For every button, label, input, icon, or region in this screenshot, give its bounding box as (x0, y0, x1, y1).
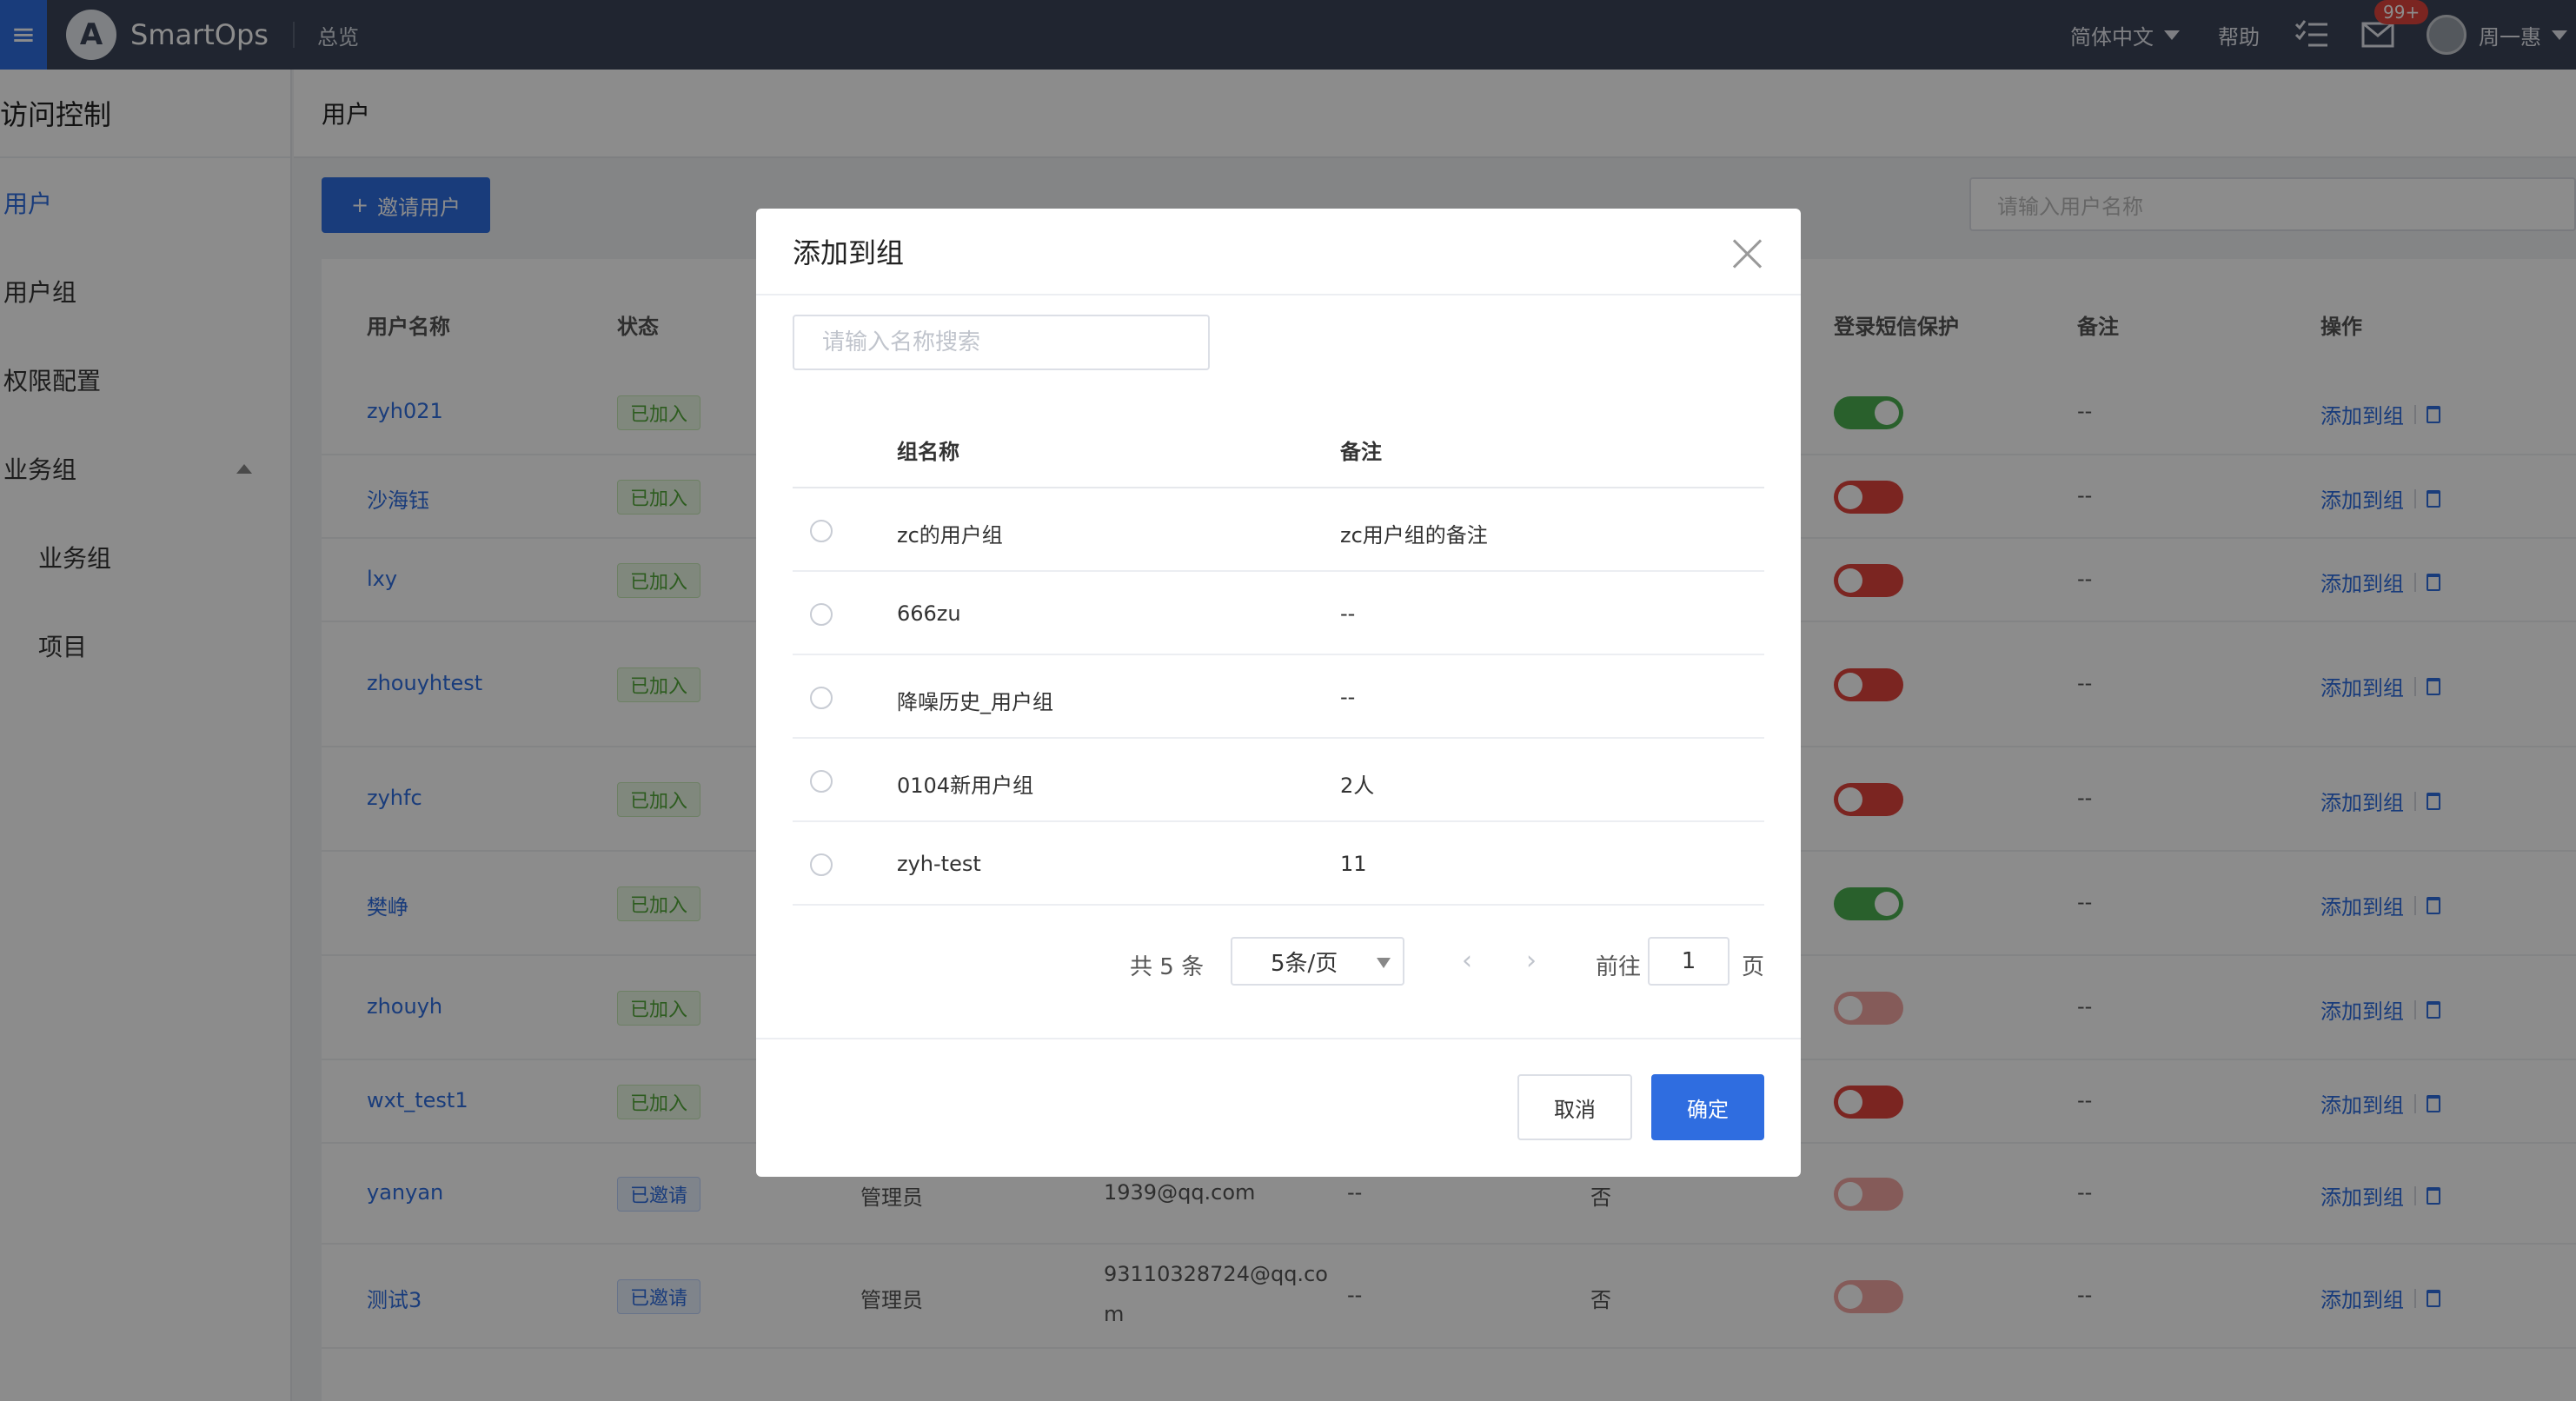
group-table: 组名称 备注 zc的用户组 zc用户组的备注 666zu -- 降噪历史_用户组… (793, 402, 1764, 906)
group-search-field[interactable] (793, 315, 1210, 370)
group-note: -- (1340, 601, 1356, 626)
group-radio[interactable] (810, 687, 833, 709)
group-search-input[interactable] (822, 329, 1187, 355)
group-name: 降噪历史_用户组 (897, 690, 1053, 714)
group-note: 11 (1340, 852, 1367, 876)
group-radio[interactable] (810, 520, 833, 542)
page-size-value: 5条/页 (1271, 950, 1338, 977)
cancel-button[interactable]: 取消 (1517, 1074, 1632, 1140)
table-row[interactable]: zc的用户组 zc用户组的备注 (793, 488, 1764, 572)
total-count: 共 5 条 (1130, 954, 1205, 980)
dialog-title: 添加到组 (793, 236, 905, 269)
group-name: 0104新用户组 (897, 774, 1034, 798)
table-row[interactable]: 666zu -- (793, 572, 1764, 655)
page-size-select[interactable]: 5条/页 (1231, 937, 1404, 986)
group-radio[interactable] (810, 603, 833, 626)
group-radio[interactable] (810, 853, 833, 876)
group-table-header: 组名称 备注 (793, 402, 1764, 488)
pagination: 共 5 条 5条/页 ‹ › 前往 页 (756, 935, 1801, 987)
confirm-button[interactable]: 确定 (1651, 1074, 1764, 1140)
group-note: -- (1340, 685, 1356, 709)
table-row[interactable]: 0104新用户组 2人 (793, 739, 1764, 822)
page-number-input[interactable] (1648, 937, 1730, 986)
goto-label: 前往 (1596, 954, 1642, 980)
column-header-group-note: 备注 (1340, 440, 1382, 464)
column-header-group-name: 组名称 (897, 440, 959, 464)
caret-down-icon (1377, 958, 1391, 968)
page-suffix: 页 (1742, 954, 1765, 980)
prev-page-icon[interactable]: ‹ (1462, 946, 1472, 976)
group-note: zc用户组的备注 (1340, 523, 1488, 548)
group-name: 666zu (897, 601, 961, 626)
table-row[interactable]: 降噪历史_用户组 -- (793, 655, 1764, 739)
close-icon[interactable] (1731, 238, 1763, 269)
table-row[interactable]: zyh-test 11 (793, 822, 1764, 906)
dialog-footer-divider (756, 1038, 1801, 1039)
group-name: zyh-test (897, 852, 981, 876)
next-page-icon[interactable]: › (1526, 946, 1537, 976)
group-radio[interactable] (810, 770, 833, 793)
group-name: zc的用户组 (897, 523, 1003, 548)
group-note: 2人 (1340, 774, 1375, 798)
add-to-group-dialog: 添加到组 组名称 备注 zc的用户组 zc用户组的备注 666zu -- 降噪历… (756, 209, 1801, 1177)
